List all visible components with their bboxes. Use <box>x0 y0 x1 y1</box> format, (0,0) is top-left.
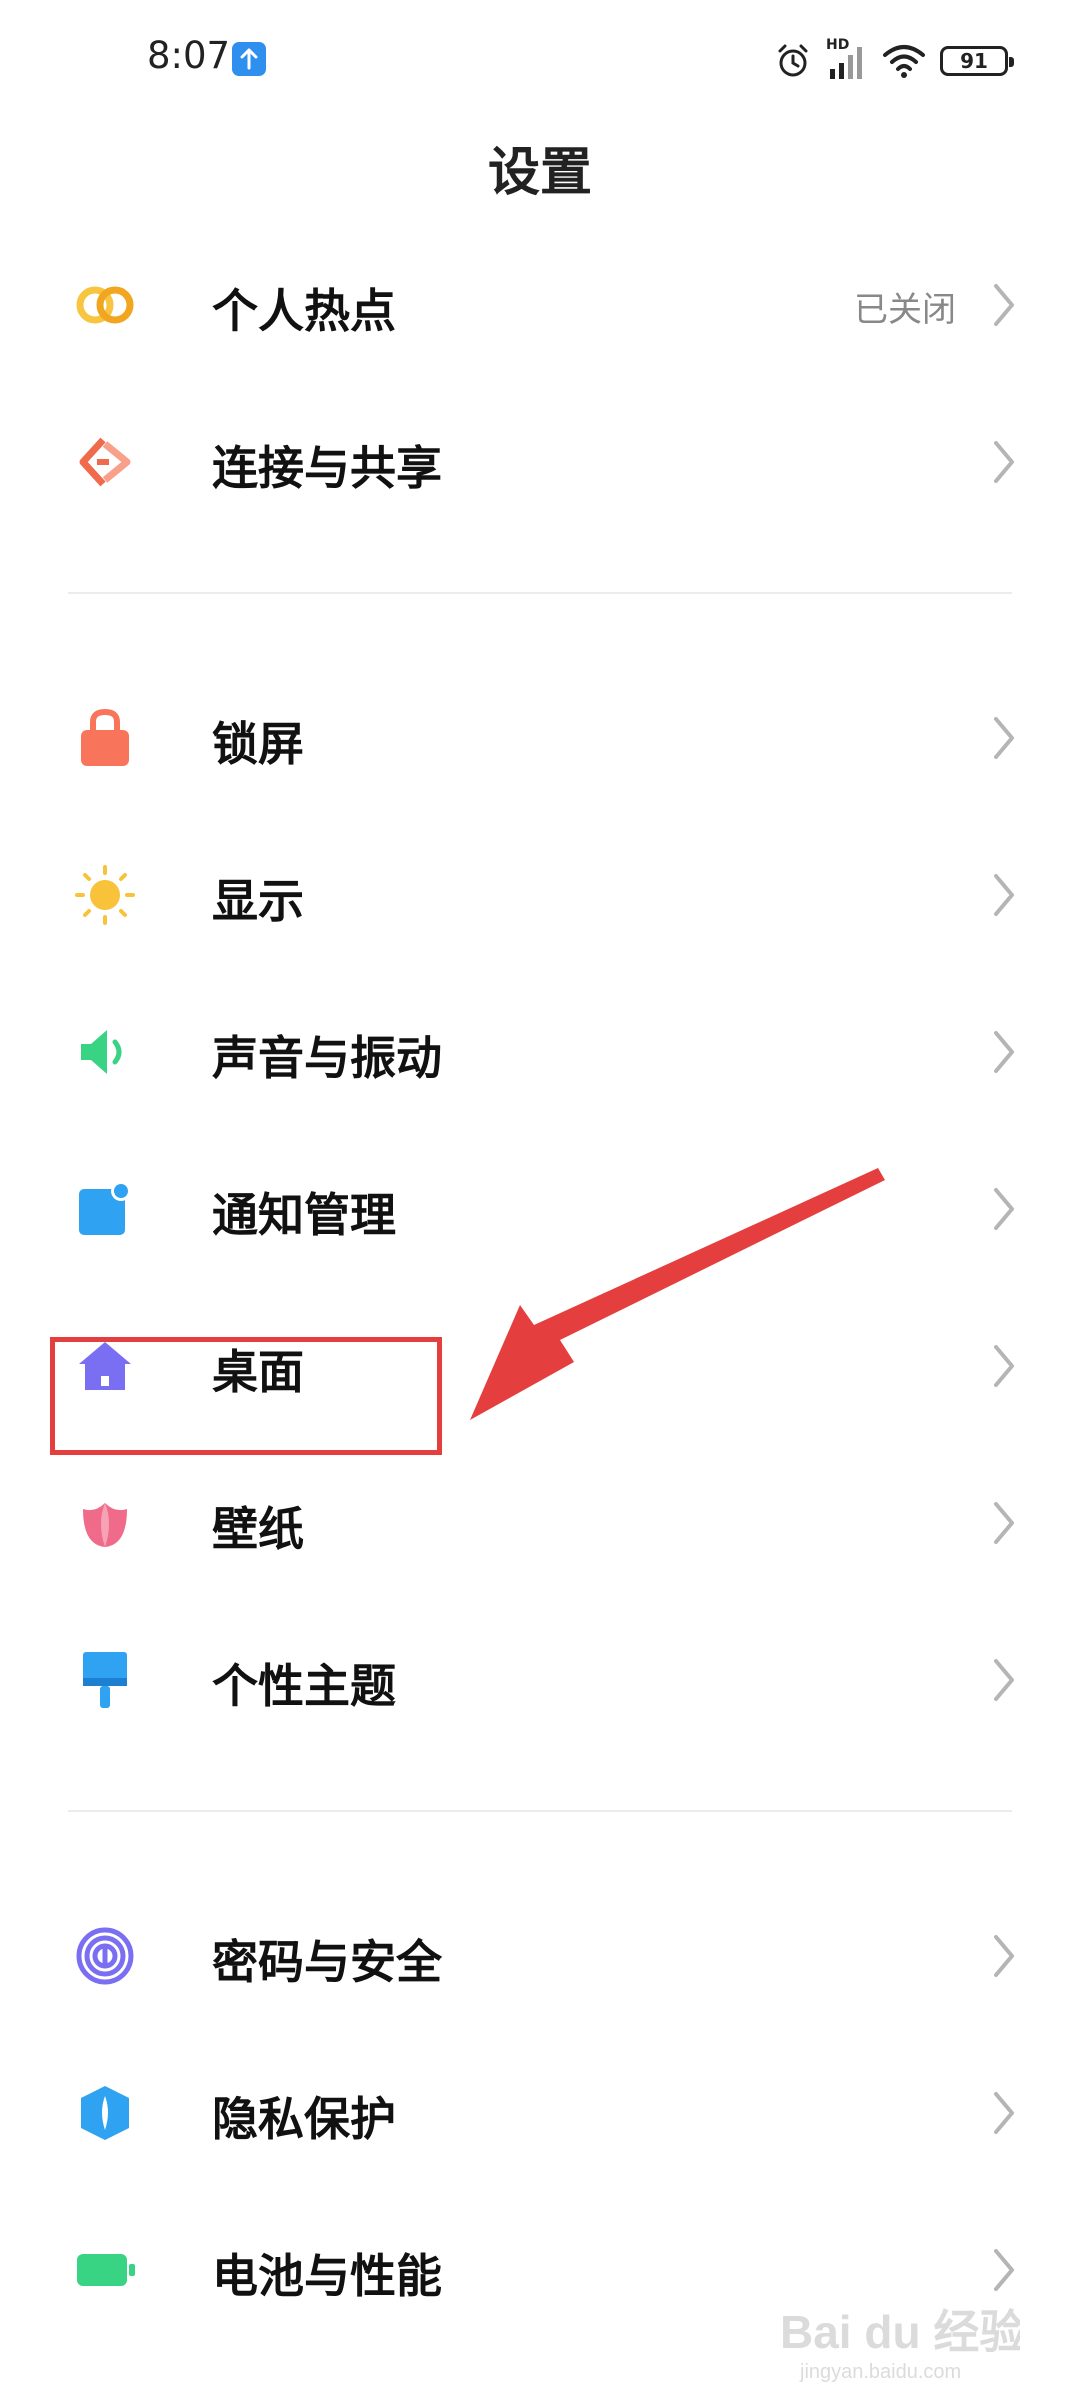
baidu-jingyan-watermark: Bai du 经验 jingyan.baidu.com <box>780 2290 1025 2390</box>
settings-item-privacy[interactable]: 隐私保护 <box>0 2038 1080 2178</box>
settings-item-label: 密码与安全 <box>212 1935 442 1989</box>
chevron-right-icon <box>994 1345 1014 1387</box>
watermark-text: Bai du 经验 <box>780 2306 1020 2358</box>
settings-item-label: 电池与性能 <box>212 2249 442 2303</box>
chevron-right-icon <box>994 2249 1014 2291</box>
hotspot-icon <box>70 270 140 340</box>
speaker-icon <box>70 1017 140 1087</box>
status-time: 8:07 <box>147 34 231 77</box>
settings-item-label: 显示 <box>212 874 304 928</box>
notification-icon <box>70 1174 140 1244</box>
section-divider <box>68 592 1012 594</box>
battery-level: 91 <box>960 49 988 73</box>
settings-item-label: 个人热点 <box>212 284 396 338</box>
settings-item-value: 已关闭 <box>854 290 956 330</box>
settings-item-label: 锁屏 <box>212 717 304 771</box>
annotation-highlight-box <box>50 1337 442 1455</box>
chevron-right-icon <box>994 1659 1014 1701</box>
privacy-shield-icon <box>70 2078 140 2148</box>
chevron-right-icon <box>994 1935 1014 1977</box>
section-divider <box>68 1810 1012 1812</box>
settings-item-label: 声音与振动 <box>212 1031 442 1085</box>
settings-item-connection-share[interactable]: 连接与共享 <box>0 387 1080 527</box>
chevron-right-icon <box>994 1188 1014 1230</box>
chevron-right-icon <box>994 441 1014 483</box>
chevron-right-icon <box>994 1502 1014 1544</box>
settings-item-sound-vibration[interactable]: 声音与振动 <box>0 977 1080 1117</box>
battery-indicator: 91 <box>940 46 1014 76</box>
flower-icon <box>70 1488 140 1558</box>
status-bar: 8:07 HD 91 <box>0 0 1080 120</box>
brush-icon <box>70 1645 140 1715</box>
settings-item-label: 通知管理 <box>212 1188 396 1242</box>
settings-item-label: 个性主题 <box>212 1659 396 1713</box>
fingerprint-icon <box>70 1921 140 1991</box>
lock-icon <box>70 703 140 773</box>
chevron-right-icon <box>994 874 1014 916</box>
sun-icon <box>70 860 140 930</box>
signal-icon: HD <box>826 37 868 81</box>
status-icons: HD 91 <box>774 36 1014 86</box>
settings-item-wallpaper[interactable]: 壁纸 <box>0 1448 1080 1588</box>
alarm-icon <box>778 44 808 77</box>
battery-icon <box>70 2235 140 2305</box>
settings-item-label: 隐私保护 <box>212 2092 396 2146</box>
settings-item-lockscreen[interactable]: 锁屏 <box>0 663 1080 803</box>
chevron-right-icon <box>994 2092 1014 2134</box>
chevron-right-icon <box>994 284 1014 326</box>
settings-item-label: 连接与共享 <box>212 441 442 495</box>
connection-share-icon <box>70 427 140 497</box>
settings-item-display[interactable]: 显示 <box>0 820 1080 960</box>
wifi-icon <box>883 45 925 78</box>
page-title: 设置 <box>487 143 592 203</box>
watermark-subtext: jingyan.baidu.com <box>799 2361 961 2383</box>
chevron-right-icon <box>994 717 1014 759</box>
settings-item-notifications[interactable]: 通知管理 <box>0 1134 1080 1274</box>
settings-item-hotspot[interactable]: 个人热点 已关闭 <box>0 230 1080 370</box>
upload-icon <box>232 42 266 76</box>
settings-item-password-security[interactable]: 密码与安全 <box>0 1881 1080 2021</box>
settings-item-themes[interactable]: 个性主题 <box>0 1605 1080 1745</box>
settings-item-label: 壁纸 <box>212 1502 304 1556</box>
chevron-right-icon <box>994 1031 1014 1073</box>
